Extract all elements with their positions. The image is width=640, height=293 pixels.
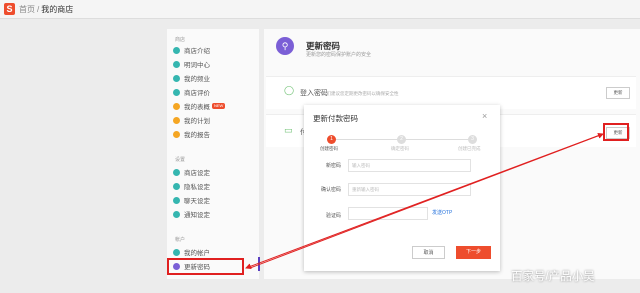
arrow-to-button — [249, 132, 604, 269]
annotation-arrows — [245, 132, 604, 270]
page: S 首页 / 我的商店 商店 商店介绍 明词中心 我的频业 商店评价 我的表概 NE… — [0, 0, 640, 293]
watermark-text: 百家号/产品小吴 — [511, 271, 595, 283]
